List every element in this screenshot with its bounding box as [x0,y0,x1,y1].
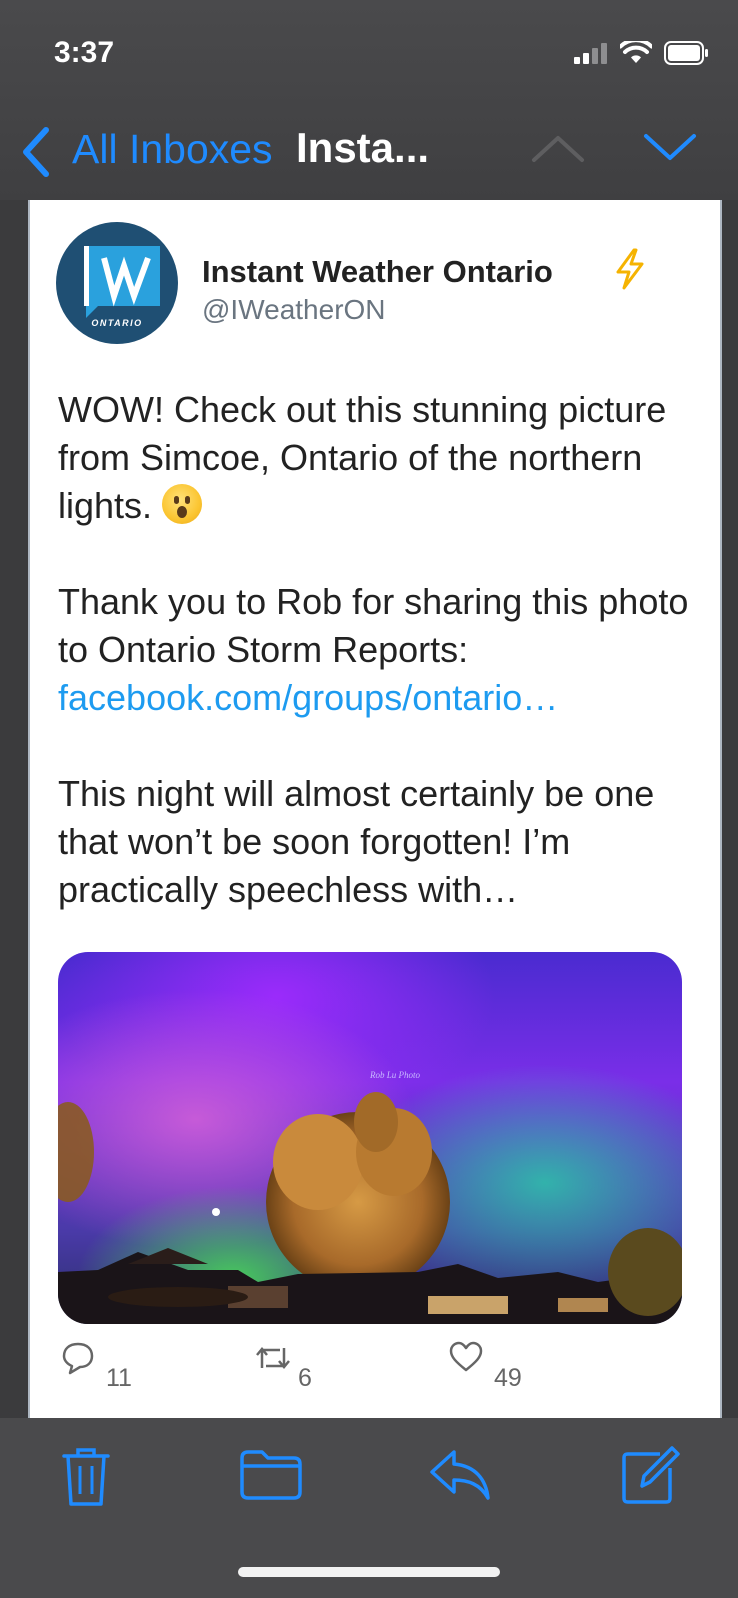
tweet-actions: 11 6 49 [30,1340,720,1410]
tweet-photo[interactable]: Rob Lu Photo [58,952,682,1324]
reply-action[interactable]: 11 [60,1340,132,1392]
retweet-icon[interactable] [254,1340,292,1376]
message-content: ONTARIO Instant Weather Ontario @IWeathe… [28,200,722,1418]
tweet-link[interactable]: facebook.com/groups/ontario… [58,677,558,718]
heart-icon[interactable] [448,1340,484,1374]
trash-icon[interactable] [58,1444,114,1508]
author-name[interactable]: Instant Weather Ontario [202,254,553,290]
lightning-icon [616,248,644,290]
tweet-text-2: Thank you to Rob for sharing this photo … [58,581,689,670]
avatar[interactable]: ONTARIO [56,222,178,344]
reply-bubble-icon[interactable] [60,1340,96,1376]
battery-icon [664,41,708,65]
tweet-text-1: WOW! Check out this stunning picture fro… [58,389,667,526]
back-chevron-icon[interactable] [18,124,52,180]
tweet-text-3: This night will almost certainly be one … [58,773,655,910]
photo-watermark: Rob Lu Photo [369,1070,421,1080]
folder-icon[interactable] [238,1448,304,1502]
avatar-sub: ONTARIO [91,318,143,328]
astonished-face-emoji [162,484,203,524]
tweet-paragraph: Thank you to Rob for sharing this photo … [58,578,698,722]
compose-icon[interactable] [620,1442,680,1506]
tweet-paragraph: WOW! Check out this stunning picture fro… [58,386,698,530]
tweet-paragraph: This night will almost certainly be one … [58,770,698,914]
signal-icon [574,43,607,64]
down-chevron-icon[interactable] [642,130,698,166]
reply-icon[interactable] [428,1448,492,1502]
status-icons [574,38,710,68]
author-handle[interactable]: @IWeatherON [202,294,386,326]
up-chevron-icon[interactable] [530,130,586,166]
top-bar: 3:37 All Inboxes Insta... [0,0,738,200]
page-title: Insta... [296,124,430,171]
northern-lights-photo: Rob Lu Photo [58,952,682,1324]
status-time: 3:37 [54,36,115,69]
wifi-icon [620,41,652,63]
like-action[interactable]: 49 [448,1340,522,1392]
back-label[interactable]: All Inboxes [72,126,273,173]
retweet-action[interactable]: 6 [254,1340,312,1392]
home-indicator[interactable] [238,1567,500,1577]
tweet-body: WOW! Check out this stunning picture fro… [58,386,698,914]
like-count: 49 [494,1364,522,1392]
reply-count: 11 [106,1364,132,1392]
navigation-bar: All Inboxes Insta... [0,118,738,182]
retweet-count: 6 [298,1364,312,1392]
